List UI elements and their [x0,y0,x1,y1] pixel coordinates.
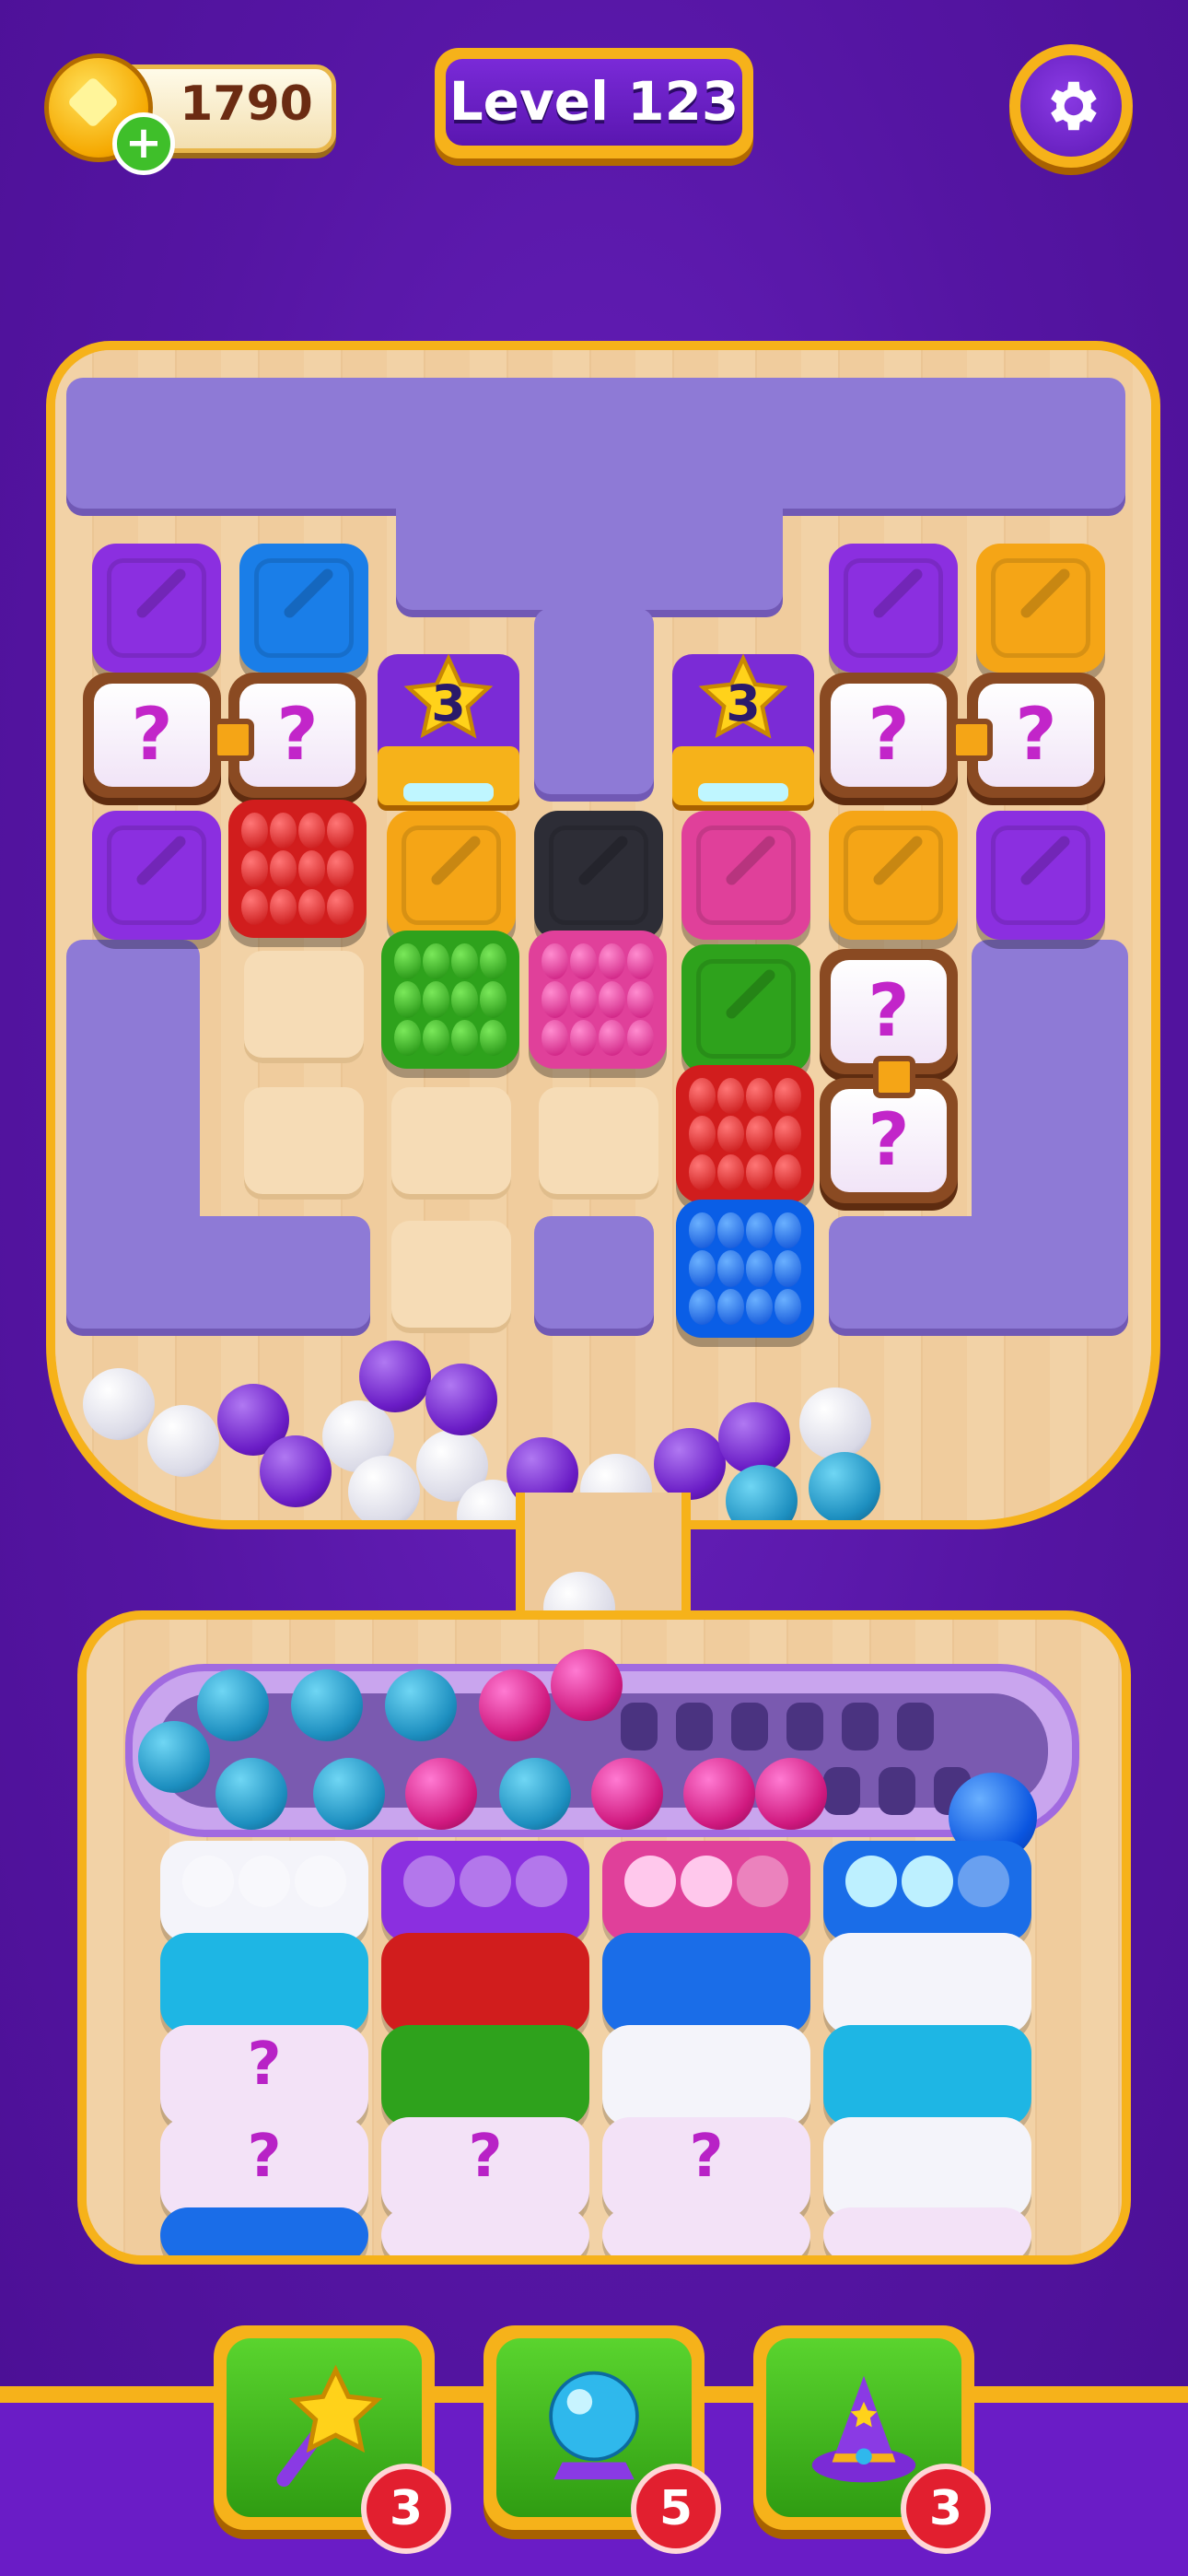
green-tile[interactable] [681,944,810,1073]
stone-wall [396,488,783,617]
ball-magenta [683,1758,755,1830]
pink-tile[interactable] [681,811,810,940]
coin-value: 1790 [180,76,313,132]
blue-ball-box[interactable] [676,1200,814,1338]
red-ball-box[interactable] [676,1065,814,1203]
sorting-tray: ? ? ? ? [77,1610,1131,2265]
stone-wall [829,1216,1128,1336]
star-wand-booster[interactable]: 3 [214,2325,451,2554]
level-label: Level 123 [446,59,742,146]
red-ball-box[interactable] [228,800,367,938]
wizard-hat-booster[interactable]: 3 [753,2325,991,2554]
stone-wall [534,608,654,802]
booster-count-badge: 5 [631,2464,721,2554]
star-box[interactable]: 3 [672,653,814,809]
mystery-cup [602,2207,810,2255]
settings-button[interactable] [1009,44,1133,168]
pink-ball-box[interactable] [529,931,667,1069]
ball-purple [425,1364,497,1435]
ball-teal [291,1669,363,1741]
gear-icon [1020,55,1122,157]
ball-teal [313,1758,385,1830]
green-ball-box[interactable] [381,931,519,1069]
empty-slot [244,951,364,1063]
lock-icon [873,1056,915,1098]
mystery-cup: ? [381,2117,589,2219]
booster-count-badge: 3 [361,2464,451,2554]
mystery-cup: ? [160,2117,368,2219]
ball-teal [385,1669,457,1741]
star-box-count: 3 [431,674,466,732]
white-cup [823,1933,1031,2034]
white-cup [823,2117,1031,2219]
level-banner: Level 123 [435,48,753,158]
orange-tile[interactable] [829,811,958,940]
ball-magenta [551,1649,623,1721]
ball-magenta [591,1758,663,1830]
ball-teal [499,1758,571,1830]
orange-tile[interactable] [387,811,516,940]
blue-cup [602,1933,810,2034]
lock-icon [212,719,254,761]
pink-cup [602,1841,810,1942]
mystery-cup [823,2207,1031,2255]
crystal-ball-booster[interactable]: 5 [483,2325,721,2554]
purple-tile[interactable] [92,811,221,940]
ball-magenta [405,1758,477,1830]
purple-tile[interactable] [92,544,221,673]
ball-purple [260,1435,332,1507]
purple-tile[interactable] [829,544,958,673]
star-box[interactable]: 3 [378,653,519,809]
stone-wall [534,1216,654,1336]
red-cup [381,1933,589,2034]
empty-slot [244,1087,364,1200]
ball-teal [197,1669,269,1741]
white-cup [602,2025,810,2126]
empty-slot [391,1087,511,1200]
ball-purple [359,1341,431,1412]
white-cup [160,1841,368,1942]
crystal-ball-icon [549,2371,639,2480]
stone-wall [66,1216,370,1336]
ball-white [147,1405,219,1477]
mystery-cup: ? [160,2025,368,2126]
star-box-count: 3 [726,674,761,732]
add-coins-button[interactable]: + [112,112,175,175]
purple-tile[interactable] [976,811,1105,940]
cyan-cup [160,1933,368,2034]
orange-tile[interactable] [976,544,1105,673]
ball-teal [809,1452,880,1520]
ball-white [348,1456,420,1520]
ball-teal [138,1721,210,1793]
black-tile[interactable] [534,811,663,940]
purple-cup [381,1841,589,1942]
wizard-hat-icon [811,2375,916,2483]
lock-icon [950,719,993,761]
ball-white [83,1368,155,1440]
ball-purple [718,1402,790,1474]
ball-magenta [479,1669,551,1741]
ball-purple [654,1428,726,1500]
ball-teal [726,1465,798,1520]
ball-teal [215,1758,287,1830]
blue-tile[interactable] [239,544,368,673]
empty-slot [539,1087,658,1200]
mystery-cup: ? [602,2117,810,2219]
mystery-block[interactable]: ? [820,673,958,798]
blue-cup [823,1841,1031,1942]
cyan-cup [823,2025,1031,2126]
mystery-block[interactable]: ? [83,673,221,798]
green-cup [381,2025,589,2126]
mystery-cup [381,2207,589,2255]
ball-white [799,1388,871,1459]
ball-magenta [755,1758,827,1830]
empty-slot [391,1221,511,1333]
game-board: ? ? 3 3 ? ? ? ? [46,341,1160,1529]
booster-count-badge: 3 [901,2464,991,2554]
blue-cup [160,2207,368,2255]
star-wand-icon [276,2364,383,2488]
